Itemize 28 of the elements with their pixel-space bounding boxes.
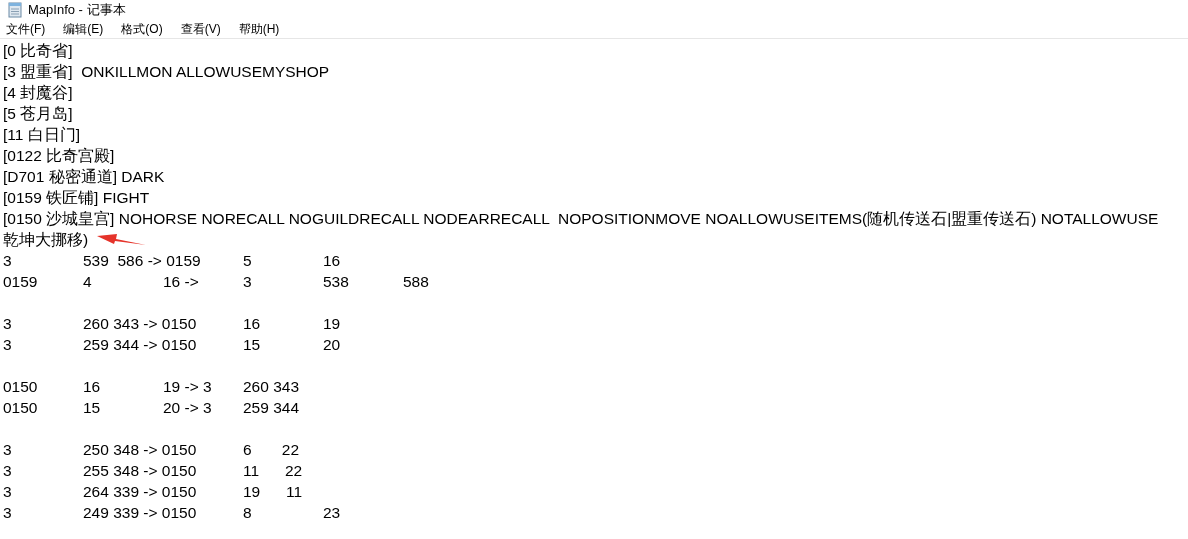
text-line: 0150 15 20 -> 3 259 344 [3, 397, 300, 418]
menu-item[interactable]: 文件(F) [3, 19, 49, 38]
menu-item[interactable]: 查看(V) [177, 19, 224, 38]
text-line: [4 封魔谷] [3, 82, 73, 103]
text-line: [0 比奇省] [3, 40, 73, 61]
menu-item[interactable]: 格式(O) [118, 19, 166, 38]
text-line: 0150 16 19 -> 3 260 343 [3, 376, 300, 397]
text-line: 乾坤大挪移) [3, 229, 89, 250]
text-line: 0159 4 16 -> 3 538 588 [3, 271, 429, 292]
text-line: 3 249 339 -> 0150 8 23 [3, 502, 341, 523]
text-line: 3 264 339 -> 0150 19 11 [3, 481, 303, 502]
text-line: [5 苍月岛] [3, 103, 73, 124]
notepad-icon [8, 1, 22, 18]
text-line: 3 255 348 -> 0150 11 22 [3, 460, 303, 481]
menu-item[interactable]: 帮助(H) [235, 19, 283, 38]
text-line: [0150 沙城皇宫] NOHORSE NORECALL NOGUILDRECALL NODEARRECALL NOPOSITIONMOVE NOALLOWUSEITEMS(随机传送石|盟重传送石) NOTALLOWUSE [3, 208, 1159, 229]
text-line: 3 260 343 -> 0150 16 19 [3, 313, 341, 334]
text-line: [0159 铁匠铺] FIGHT [3, 187, 150, 208]
text-line: [3 盟重省] ONKILLMON ALLOWUSEMYSHOP [3, 61, 330, 82]
text-line: [D701 秘密通道] DARK [3, 166, 165, 187]
pointer-arrow [96, 232, 146, 246]
text-line: [0122 比奇宫殿] [3, 145, 115, 166]
menu-item[interactable]: 编辑(E) [60, 19, 107, 38]
window-title: MapInfo - 记事本 [28, 1, 126, 19]
text-line: [11 白日门] [3, 124, 80, 145]
text-line: 3 250 348 -> 0150 6 22 [3, 439, 299, 460]
text-line: 3 539 586 -> 0159 5 16 [3, 250, 341, 271]
text-line: 3 259 344 -> 0150 15 20 [3, 334, 341, 355]
